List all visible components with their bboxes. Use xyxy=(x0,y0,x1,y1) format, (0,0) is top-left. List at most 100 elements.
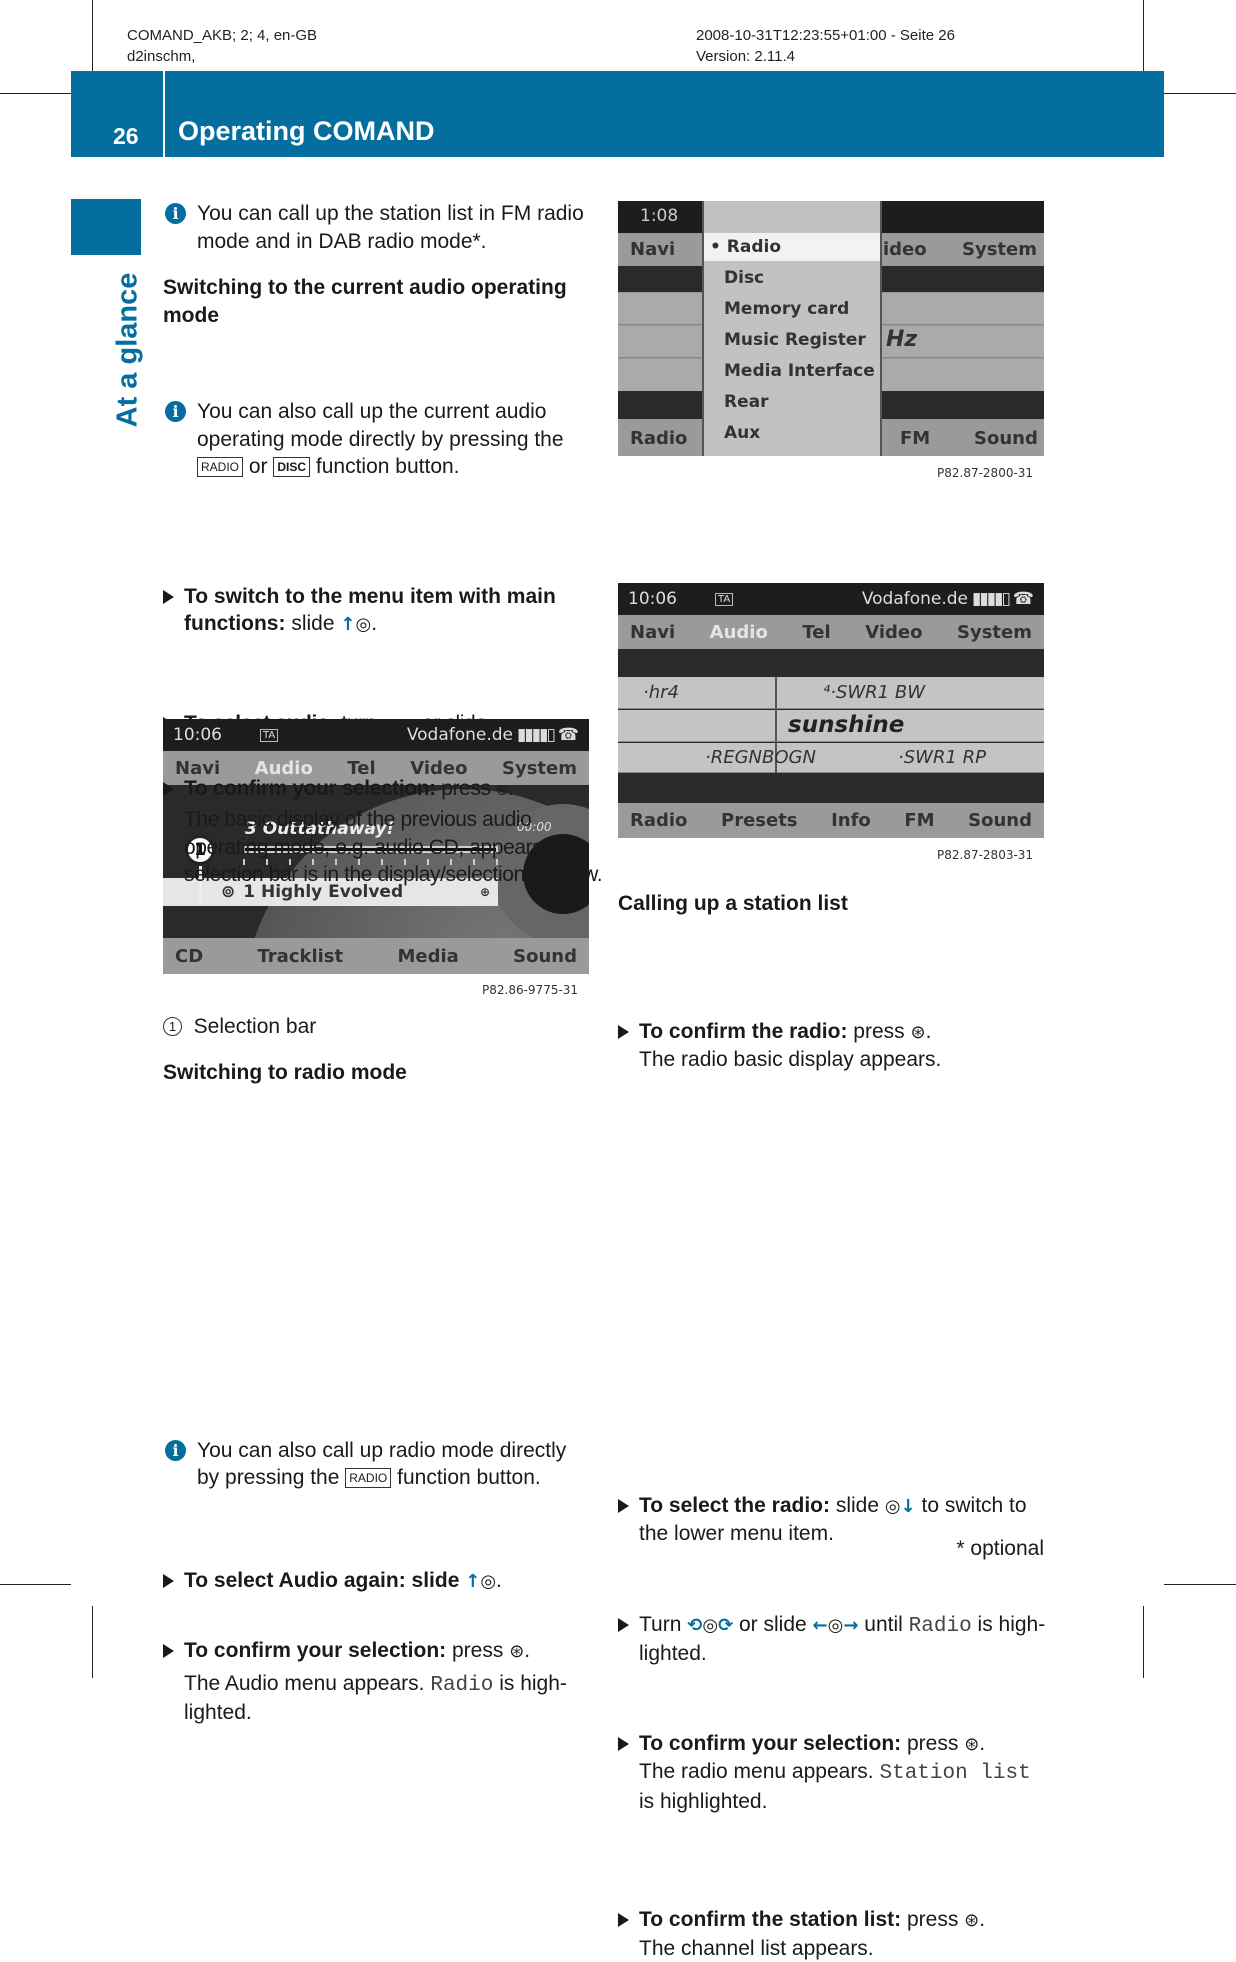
press-controller-icon: ⊛ xyxy=(509,1641,524,1662)
section-heading: Switching to the current audio operating… xyxy=(163,274,593,329)
menu-fm[interactable]: FM xyxy=(904,810,934,831)
press-controller-icon: ⊛ xyxy=(964,1734,979,1755)
step-label: To confirm the station list: xyxy=(639,1908,901,1931)
clock: 10:06 xyxy=(628,589,677,609)
phone-icon: ☎ xyxy=(1013,589,1034,609)
step-result: is highlighted. xyxy=(639,1790,767,1813)
station-item[interactable]: ·hr4 xyxy=(643,682,679,703)
signal-icon: ▮▮▮▮▯ xyxy=(517,725,554,745)
dropdown-item-media-interface[interactable]: Media Interface xyxy=(724,361,875,381)
dropdown-item-music-register[interactable]: Music Register xyxy=(724,330,866,350)
step-text: until xyxy=(864,1613,903,1636)
step-result: The channel list appears. xyxy=(639,1935,1048,1962)
footnote: * optional xyxy=(900,1537,1044,1561)
menu-fm[interactable]: FM xyxy=(900,428,930,449)
menu-term: Radio xyxy=(909,1615,972,1638)
step-label: To select Audio again: slide xyxy=(184,1569,459,1592)
figure-reference: P82.86-9775-31 xyxy=(482,983,578,997)
dropdown-item-memory-card[interactable]: Memory card xyxy=(724,299,849,319)
step-arrow-icon xyxy=(618,1618,629,1632)
info-note: iYou can call up the station list in FM … xyxy=(163,200,593,255)
status-bar: 10:06TAVodafone.de▮▮▮▮▯☎ xyxy=(618,583,1044,615)
chapter-header: 26 Operating COMAND xyxy=(71,71,1164,157)
step-text: press xyxy=(441,777,490,800)
press-controller-icon: ⊛ xyxy=(496,781,508,799)
radio-key: RADIO xyxy=(197,457,243,477)
current-station: sunshine xyxy=(788,712,904,738)
caption-number: 1 xyxy=(163,1017,182,1036)
meta-line: 2008-10-31T12:23:55+01:00 - Seite 26 xyxy=(696,25,955,46)
step-label: To confirm the radio: xyxy=(639,1020,847,1043)
info-text: function button. xyxy=(316,455,460,478)
clock: 1:08 xyxy=(640,206,678,226)
menu-term: Station list xyxy=(879,1762,1030,1785)
crop-mark xyxy=(1143,1606,1144,1678)
instruction-step: To confirm your selection: press ⊛.The r… xyxy=(618,1730,1048,1816)
step-label: To confirm your selection: xyxy=(184,1639,446,1662)
menu-presets[interactable]: Presets xyxy=(721,810,798,831)
menu-system[interactable]: System xyxy=(957,622,1032,643)
menu-system[interactable]: System xyxy=(962,239,1037,260)
figure-caption: 1 Selection bar xyxy=(163,1013,593,1041)
step-text: or slide xyxy=(739,1613,807,1636)
instruction-step: Turn ⟲◎⟳ or slide ←◎→ until Radio is hig… xyxy=(618,1611,1048,1668)
step-text: press xyxy=(853,1020,904,1043)
slide-left-right-icon: ←◎→ xyxy=(813,1615,859,1636)
step-arrow-icon xyxy=(618,1025,629,1039)
dropdown-item-disc[interactable]: Disc xyxy=(724,268,764,288)
info-text: or xyxy=(249,455,268,478)
menu-radio[interactable]: Radio xyxy=(630,428,687,449)
ta-icon: TA xyxy=(715,593,733,606)
side-label: At a glance xyxy=(100,270,156,430)
status-bar: 10:06TAVodafone.de▮▮▮▮▯☎ xyxy=(163,719,589,751)
station-item[interactable]: ·REGNBOGN xyxy=(705,747,816,768)
menu-media[interactable]: Media xyxy=(397,946,458,967)
menu-sound[interactable]: Sound xyxy=(513,946,577,967)
section-heading: Calling up a station list xyxy=(618,890,1048,918)
dropdown-item-rear[interactable]: Rear xyxy=(724,392,768,412)
menu-video[interactable]: ideo xyxy=(883,239,927,260)
info-text: You can also call up the current audio o… xyxy=(197,400,564,451)
page-number: 26 xyxy=(113,123,139,150)
menu-sound[interactable]: Sound xyxy=(968,810,1032,831)
menu-radio[interactable]: Radio xyxy=(630,810,687,831)
info-icon: i xyxy=(165,1440,186,1461)
menu-info[interactable]: Info xyxy=(831,810,871,831)
instruction-step: To switch to the menu item with main fun… xyxy=(163,583,593,639)
section-heading: Switching to radio mode xyxy=(163,1059,593,1087)
step-label: To confirm your selection: xyxy=(184,777,436,800)
crop-mark xyxy=(92,1606,93,1678)
meta-line: Version: 2.11.4 xyxy=(696,46,955,67)
info-icon: i xyxy=(165,401,186,422)
step-arrow-icon xyxy=(163,590,174,604)
step-result: The radio menu appears. xyxy=(639,1760,874,1783)
menu-tel[interactable]: Tel xyxy=(802,622,830,643)
instruction-step: To confirm your selection: press ⊛.The A… xyxy=(163,1637,593,1727)
step-arrow-icon xyxy=(618,1499,629,1513)
menu-navi[interactable]: Navi xyxy=(630,622,675,643)
caption-text: Selection bar xyxy=(194,1015,317,1038)
step-text: slide xyxy=(836,1494,879,1517)
instruction-step: To confirm your selection: press ⊛.The b… xyxy=(163,775,605,889)
dropdown-item-aux[interactable]: Aux xyxy=(724,423,760,443)
disc-key: DISC xyxy=(273,457,310,477)
step-text: press xyxy=(907,1732,958,1755)
station-item[interactable]: ⁴·SWR1 BW xyxy=(823,682,925,703)
menu-cd[interactable]: CD xyxy=(175,946,203,967)
clock: 10:06 xyxy=(173,725,222,745)
menu-tracklist[interactable]: Tracklist xyxy=(258,946,344,967)
menu-video[interactable]: Video xyxy=(865,622,922,643)
menu-sound[interactable]: Sound xyxy=(974,428,1038,449)
menu-navi[interactable]: Navi xyxy=(630,239,675,260)
step-arrow-icon xyxy=(618,1913,629,1927)
turn-controller-icon: ⟲◎⟳ xyxy=(687,1615,733,1636)
doc-meta-right: 2008-10-31T12:23:55+01:00 - Seite 26Vers… xyxy=(696,25,955,67)
step-text: Turn xyxy=(639,1613,681,1636)
station-item[interactable]: ·SWR1 RP xyxy=(898,747,986,768)
meta-line: d2inschm, xyxy=(127,46,317,67)
info-icon: i xyxy=(165,203,186,224)
dropdown-item-radio[interactable]: • Radio xyxy=(710,237,781,257)
ta-icon: TA xyxy=(260,729,278,742)
instruction-step: To confirm the station list: press ⊛.The… xyxy=(618,1906,1048,1962)
menu-audio[interactable]: Audio xyxy=(710,622,768,643)
